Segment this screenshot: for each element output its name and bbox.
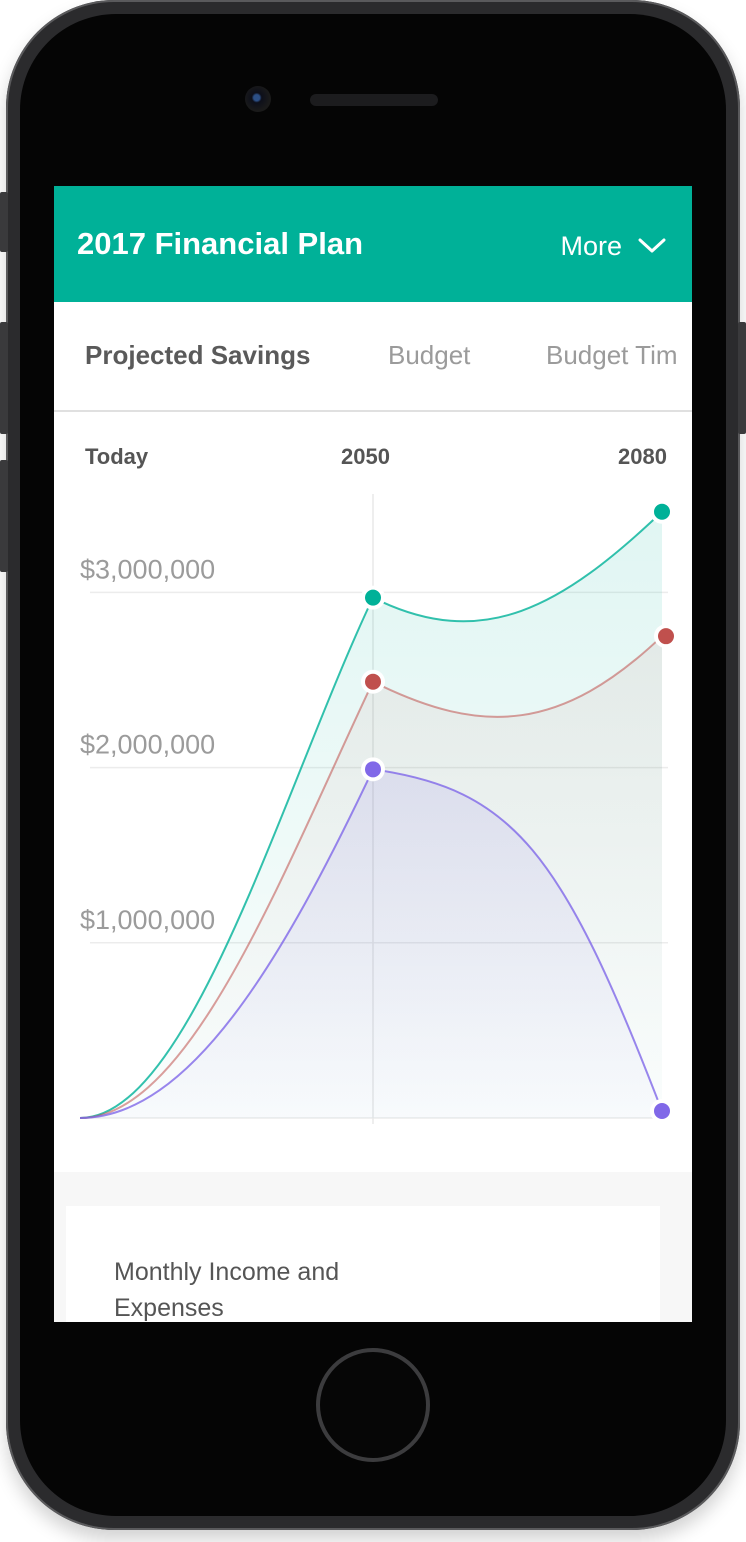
mute-switch xyxy=(0,192,8,252)
y-tick-label: $3,000,000 xyxy=(80,554,215,584)
chevron-down-icon xyxy=(638,238,666,253)
income-expenses-card[interactable]: Monthly Income and Expenses xyxy=(66,1206,660,1322)
series-red-point xyxy=(365,673,381,690)
front-camera xyxy=(245,86,271,112)
series-purple-point xyxy=(365,761,381,778)
series-teal-point xyxy=(365,589,381,606)
series-red-point xyxy=(658,628,674,645)
timeline-label-2050: 2050 xyxy=(341,444,390,469)
home-button[interactable] xyxy=(316,1348,430,1462)
y-tick-label: $2,000,000 xyxy=(80,730,215,760)
page-title: 2017 Financial Plan xyxy=(77,226,364,261)
series-purple-point xyxy=(654,1102,670,1119)
more-label: More xyxy=(560,230,622,261)
power-button xyxy=(738,322,746,434)
projected-savings-chart: $3,000,000 $2,000,000 $1,000,000 xyxy=(79,494,678,1124)
tab-budget[interactable]: Budget xyxy=(388,340,470,371)
timeline-label-2080: 2080 xyxy=(618,444,667,469)
card-title: Monthly Income and Expenses xyxy=(114,1258,340,1322)
tab-bar: Projected Savings Budget Budget Tim xyxy=(54,302,692,412)
app-header: 2017 Financial Plan More xyxy=(54,186,692,302)
timeline-label-today: Today xyxy=(85,444,149,469)
volume-up-button xyxy=(0,322,8,434)
more-menu-button[interactable]: More xyxy=(560,226,666,266)
tab-budget-timeline[interactable]: Budget Tim xyxy=(546,340,678,371)
app-screen: 2017 Financial Plan More Projected Savin… xyxy=(54,186,692,1322)
series-teal-point xyxy=(654,503,670,520)
lower-section: Monthly Income and Expenses xyxy=(54,1172,692,1322)
y-tick-label: $1,000,000 xyxy=(80,905,215,935)
earpiece-speaker xyxy=(310,94,438,106)
tab-projected-savings[interactable]: Projected Savings xyxy=(85,340,310,371)
volume-down-button xyxy=(0,460,8,572)
